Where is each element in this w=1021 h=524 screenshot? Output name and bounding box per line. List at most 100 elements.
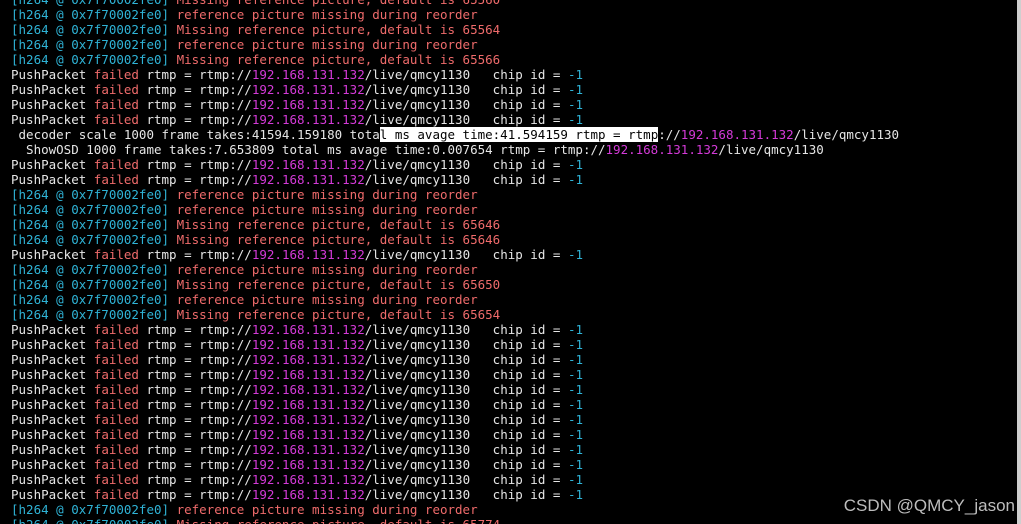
terminal-text-segment: -1 (567, 427, 583, 442)
terminal-text-segment: PushPacket (11, 442, 94, 457)
terminal-text-segment: [h264 @ 0x7f70002fe0] (11, 262, 177, 277)
terminal-line: [h264 @ 0x7f70002fe0] Missing reference … (11, 22, 899, 37)
terminal-line: PushPacket failed rtmp = rtmp://192.168.… (11, 247, 899, 262)
terminal-line: PushPacket failed rtmp = rtmp://192.168.… (11, 157, 899, 172)
terminal-line: PushPacket failed rtmp = rtmp://192.168.… (11, 82, 899, 97)
terminal-line: PushPacket failed rtmp = rtmp://192.168.… (11, 442, 899, 457)
terminal-text-segment: -1 (567, 337, 583, 352)
terminal-line: PushPacket failed rtmp = rtmp://192.168.… (11, 172, 899, 187)
terminal-text-segment: -1 (567, 472, 583, 487)
terminal-text-segment: reference picture missing during reorder (176, 202, 478, 217)
terminal-text-segment: 192.168.131.132 (680, 127, 794, 142)
terminal-text-segment: -1 (567, 367, 583, 382)
terminal-text-segment: PushPacket (11, 172, 94, 187)
terminal-text-segment: -1 (567, 247, 583, 262)
terminal-line: [h264 @ 0x7f70002fe0] reference picture … (11, 502, 899, 517)
terminal-text-segment: -1 (567, 82, 583, 97)
terminal-text-segment: 192.168.131.132 (251, 367, 365, 382)
terminal-text-segment: rtmp = rtmp:// (138, 352, 252, 367)
terminal-text-segment: /live/qmcy1130 chip id = (364, 172, 568, 187)
terminal-line: PushPacket failed rtmp = rtmp://192.168.… (11, 322, 899, 337)
terminal-text-segment: Missing reference picture, default is 65… (176, 52, 501, 67)
terminal-text-segment: rtmp = rtmp:// (138, 337, 252, 352)
terminal-line: PushPacket failed rtmp = rtmp://192.168.… (11, 397, 899, 412)
terminal-text-segment: rtmp = rtmp:// (138, 367, 252, 382)
terminal-window[interactable]: [h264 @ 0x7f70002fe0] Missing reference … (0, 0, 1021, 524)
terminal-text-segment: -1 (567, 457, 583, 472)
terminal-text-segment: reference picture missing during reorder (176, 7, 478, 22)
terminal-text-segment: [h264 @ 0x7f70002fe0] (11, 7, 177, 22)
watermark: CSDN @QMCY_jason (843, 496, 1015, 515)
terminal-text-segment: reference picture missing during reorder (176, 37, 478, 52)
terminal-line: [h264 @ 0x7f70002fe0] reference picture … (11, 262, 899, 277)
terminal-text-segment: failed (93, 82, 139, 97)
terminal-text-segment: failed (93, 457, 139, 472)
terminal-text-segment: rtmp = rtmp:// (138, 382, 252, 397)
terminal-text-segment: [h264 @ 0x7f70002fe0] (11, 217, 177, 232)
terminal-line: PushPacket failed rtmp = rtmp://192.168.… (11, 67, 899, 82)
terminal-text-segment: 192.168.131.132 (251, 67, 365, 82)
terminal-line: PushPacket failed rtmp = rtmp://192.168.… (11, 352, 899, 367)
terminal-text-segment: PushPacket (11, 427, 94, 442)
terminal-text-segment: Missing reference picture, default is 65… (176, 232, 501, 247)
terminal-line: [h264 @ 0x7f70002fe0] Missing reference … (11, 277, 899, 292)
terminal-line: PushPacket failed rtmp = rtmp://192.168.… (11, 472, 899, 487)
terminal-text-segment: 192.168.131.132 (251, 337, 365, 352)
terminal-output[interactable]: [h264 @ 0x7f70002fe0] Missing reference … (11, 0, 899, 524)
terminal-text-segment: failed (93, 427, 139, 442)
terminal-line: PushPacket failed rtmp = rtmp://192.168.… (11, 367, 899, 382)
terminal-text-segment: 192.168.131.132 (251, 397, 365, 412)
terminal-text-segment: -1 (567, 322, 583, 337)
terminal-line: [h264 @ 0x7f70002fe0] Missing reference … (11, 0, 899, 7)
terminal-text-segment: -1 (567, 397, 583, 412)
terminal-text-segment: failed (93, 382, 139, 397)
terminal-text-segment: PushPacket (11, 82, 94, 97)
terminal-text-segment: /live/qmcy1130 chip id = (364, 112, 568, 127)
terminal-line: [h264 @ 0x7f70002fe0] reference picture … (11, 292, 899, 307)
terminal-text-segment: 192.168.131.132 (251, 157, 365, 172)
terminal-text-segment: /live/qmcy1130 (718, 142, 824, 157)
terminal-text-segment: /live/qmcy1130 chip id = (364, 427, 568, 442)
terminal-text-segment: failed (93, 67, 139, 82)
terminal-text-segment: Missing reference picture, default is 65… (177, 0, 501, 7)
terminal-text-segment: /live/qmcy1130 chip id = (364, 247, 568, 262)
terminal-text-segment: -1 (567, 412, 583, 427)
terminal-text-segment: Missing reference picture, default is 65… (176, 22, 501, 37)
terminal-text-segment: 192.168.131.132 (251, 487, 365, 502)
terminal-text-segment: PushPacket (11, 352, 94, 367)
terminal-line: PushPacket failed rtmp = rtmp://192.168.… (11, 457, 899, 472)
terminal-line: PushPacket failed rtmp = rtmp://192.168.… (11, 412, 899, 427)
terminal-text-segment: Missing reference picture, default is 65… (177, 517, 501, 524)
terminal-text-segment: /live/qmcy1130 chip id = (364, 337, 568, 352)
terminal-text-segment: 192.168.131.132 (251, 322, 365, 337)
terminal-text-segment: /live/qmcy1130 chip id = (364, 82, 568, 97)
terminal-text-segment: PushPacket (11, 337, 94, 352)
terminal-text-segment: /live/qmcy1130 chip id = (364, 382, 568, 397)
terminal-text-segment: /live/qmcy1130 chip id = (364, 472, 568, 487)
terminal-text-segment: rtmp = rtmp:// (138, 67, 252, 82)
terminal-text-segment: 192.168.131.132 (605, 142, 719, 157)
terminal-text-segment: reference picture missing during reorder (176, 187, 478, 202)
terminal-text-segment: rtmp = rtmp:// (138, 172, 252, 187)
terminal-text-segment: failed (93, 172, 139, 187)
terminal-line: [h264 @ 0x7f70002fe0] Missing reference … (11, 52, 899, 67)
terminal-text-segment: [h264 @ 0x7f70002fe0] (11, 502, 177, 517)
terminal-text-segment: 192.168.131.132 (251, 472, 365, 487)
terminal-text-segment: reference picture missing during reorder (176, 262, 478, 277)
terminal-line: [h264 @ 0x7f70002fe0] Missing reference … (11, 232, 899, 247)
terminal-text-segment: rtmp = rtmp:// (138, 247, 252, 262)
terminal-text-segment: 192.168.131.132 (251, 112, 365, 127)
terminal-text-segment: /live/qmcy1130 chip id = (364, 412, 568, 427)
terminal-text-segment: 192.168.131.132 (251, 412, 365, 427)
terminal-line: [h264 @ 0x7f70002fe0] reference picture … (11, 202, 899, 217)
terminal-text-segment: -1 (567, 487, 583, 502)
terminal-text-segment: /live/qmcy1130 chip id = (364, 457, 568, 472)
terminal-text-segment: PushPacket (11, 157, 94, 172)
terminal-line: PushPacket failed rtmp = rtmp://192.168.… (11, 337, 899, 352)
terminal-line: [h264 @ 0x7f70002fe0] Missing reference … (11, 517, 899, 524)
terminal-text-segment: -1 (567, 157, 583, 172)
terminal-line: PushPacket failed rtmp = rtmp://192.168.… (11, 382, 899, 397)
terminal-text-segment: failed (93, 442, 139, 457)
terminal-text-segment: failed (93, 412, 139, 427)
terminal-text-segment: -1 (567, 112, 583, 127)
